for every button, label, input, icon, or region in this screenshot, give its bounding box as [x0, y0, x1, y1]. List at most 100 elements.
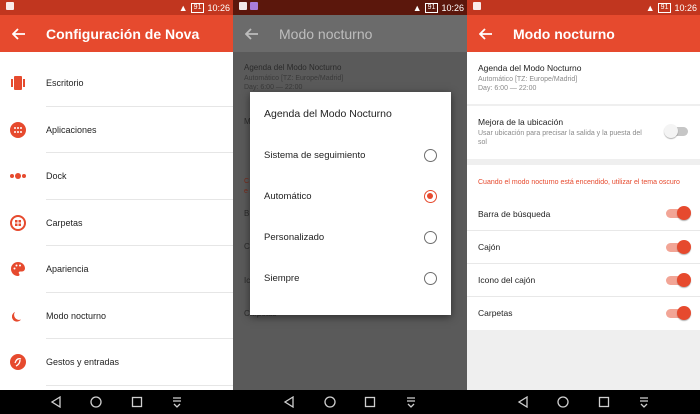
settings-item-aplicaciones[interactable]: Aplicaciones — [0, 107, 233, 154]
gestures-icon — [10, 354, 26, 371]
clock-time: 10:26 — [674, 2, 697, 13]
radio-button[interactable] — [424, 230, 437, 244]
notification-icon — [6, 2, 14, 10]
home-icon[interactable] — [89, 395, 103, 409]
schedule-setting[interactable]: Agenda del Modo Nocturno Automático [TZ:… — [467, 52, 700, 104]
settings-item-gestos[interactable]: Gestos y entradas — [0, 339, 233, 386]
app-toolbar: Modo nocturno — [467, 15, 700, 52]
dock-icon — [10, 168, 26, 184]
location-description: Usar ubicación para precisar la salida y… — [478, 130, 642, 146]
signal-icon: ▲ — [645, 2, 655, 13]
settings-item-label: Modo nocturno — [46, 310, 107, 321]
schedule-dialog: Agenda del Modo Nocturno Sistema de segu… — [250, 92, 451, 315]
option-sistema-seguimiento[interactable]: Sistema de seguimiento — [264, 145, 437, 165]
bg-schedule-day: Day: 6:00 — 22:00 — [244, 84, 303, 91]
location-title: Mejora de la ubicación — [478, 117, 564, 127]
status-bar: ▲ 91 10:26 — [0, 0, 233, 15]
settings-item-escritorio[interactable]: Escritorio — [0, 60, 233, 107]
folder-icon — [10, 214, 26, 231]
notifications-pull-icon[interactable] — [404, 395, 418, 409]
recents-icon[interactable] — [130, 395, 144, 409]
settings-item-label: Escritorio — [46, 78, 84, 89]
settings-item-carpetas[interactable]: Carpetas — [0, 200, 233, 247]
clock-time: 10:26 — [207, 2, 230, 13]
status-bar: ▲ 91 10:26 — [233, 0, 467, 15]
radio-button-selected[interactable] — [424, 189, 437, 203]
system-nav-bar — [467, 390, 700, 414]
palette-icon — [10, 261, 26, 277]
toggle-row-icono-cajon[interactable]: Icono del cajón — [467, 263, 700, 296]
recents-icon[interactable] — [597, 395, 611, 409]
back-icon[interactable] — [516, 395, 530, 409]
settings-list: Escritorio Aplicaciones Dock Carpetas Ap… — [0, 60, 233, 386]
toggle-row-barra-busqueda[interactable]: Barra de búsqueda — [467, 197, 700, 230]
toggle-switch[interactable] — [666, 239, 691, 254]
settings-item-label: Gestos y entradas — [46, 357, 120, 368]
status-bar: ▲ 91 10:26 — [467, 0, 700, 15]
settings-item-label: Apariencia — [46, 264, 89, 275]
home-icon[interactable] — [323, 395, 337, 409]
settings-item-label: Aplicaciones — [46, 124, 97, 135]
bg-partial-text: e — [244, 188, 248, 195]
back-arrow-icon[interactable] — [12, 27, 30, 41]
signal-icon: ▲ — [412, 2, 422, 13]
notifications-pull-icon[interactable] — [637, 395, 651, 409]
signal-icon: ▲ — [178, 2, 188, 13]
home-icon[interactable] — [556, 395, 570, 409]
toggle-row-carpetas[interactable]: Carpetas — [467, 296, 700, 329]
bg-schedule-sub: Automático [TZ: Europe/Madrid] — [244, 75, 344, 82]
bg-schedule-title: Agenda del Modo Nocturno — [244, 63, 342, 72]
settings-item-modo-nocturno[interactable]: Modo nocturno — [0, 293, 233, 340]
option-siempre[interactable]: Siempre — [264, 268, 437, 288]
schedule-title: Agenda del Modo Nocturno — [478, 63, 582, 73]
night-mode-settings-screen: ▲ 91 10:26 Modo nocturno Agenda del Modo… — [467, 0, 700, 414]
toggle-label: Icono del cajón — [478, 275, 536, 285]
desktop-icon — [10, 75, 26, 91]
toggle-switch[interactable] — [666, 305, 691, 320]
page-title: Configuración de Nova — [46, 25, 200, 42]
option-label: Siempre — [264, 272, 300, 284]
system-nav-bar — [233, 390, 467, 414]
toggle-label: Carpetas — [478, 308, 513, 318]
toggle-label: Cajón — [478, 242, 501, 252]
battery-icon: 91 — [657, 2, 672, 13]
page-title: Modo nocturno — [513, 25, 615, 42]
apps-grid-icon — [10, 121, 26, 138]
back-icon[interactable] — [49, 395, 63, 409]
option-personalizado[interactable]: Personalizado — [264, 227, 437, 247]
settings-screen: ▲ 91 10:26 Configuración de Nova Escrito… — [0, 0, 233, 414]
back-arrow-icon[interactable] — [479, 27, 497, 41]
settings-item-apariencia[interactable]: Apariencia — [0, 246, 233, 293]
system-nav-bar — [0, 390, 233, 414]
bg-partial-text: C — [244, 178, 250, 185]
option-automatico[interactable]: Automático — [264, 186, 437, 206]
option-label: Sistema de seguimiento — [264, 149, 366, 161]
back-arrow-icon — [245, 27, 263, 41]
toggle-label: Barra de búsqueda — [478, 208, 551, 219]
schedule-mode: Automático [TZ: Europe/Madrid] — [478, 76, 578, 83]
settings-item-dock[interactable]: Dock — [0, 153, 233, 200]
recents-icon[interactable] — [363, 395, 377, 409]
app-notification-icon — [250, 2, 258, 10]
toggle-row-cajon[interactable]: Cajón — [467, 230, 700, 263]
option-label: Personalizado — [264, 231, 325, 243]
location-toggle[interactable] — [664, 124, 688, 138]
notification-icon — [239, 2, 247, 10]
page-title: Modo nocturno — [279, 25, 373, 42]
location-setting[interactable]: Mejora de la ubicación Usar ubicación pa… — [467, 106, 700, 159]
radio-button[interactable] — [424, 271, 437, 285]
schedule-day: Day: 6:00 — 22:00 — [478, 85, 537, 92]
notification-icon — [473, 2, 481, 10]
battery-icon: 91 — [190, 2, 205, 13]
notifications-pull-icon[interactable] — [170, 395, 184, 409]
battery-icon: 91 — [424, 2, 439, 13]
clock-time: 10:26 — [441, 2, 464, 13]
bg-partial-text: B — [244, 209, 250, 218]
settings-item-label: Carpetas — [46, 217, 83, 228]
moon-icon — [10, 308, 26, 324]
toggle-switch[interactable] — [666, 206, 691, 220]
radio-button[interactable] — [424, 148, 437, 162]
toggle-switch[interactable] — [666, 272, 691, 287]
back-icon[interactable] — [282, 395, 296, 409]
night-mode-dialog-screen: ▲ 91 10:26 Modo nocturno Agenda del Modo… — [233, 0, 467, 414]
